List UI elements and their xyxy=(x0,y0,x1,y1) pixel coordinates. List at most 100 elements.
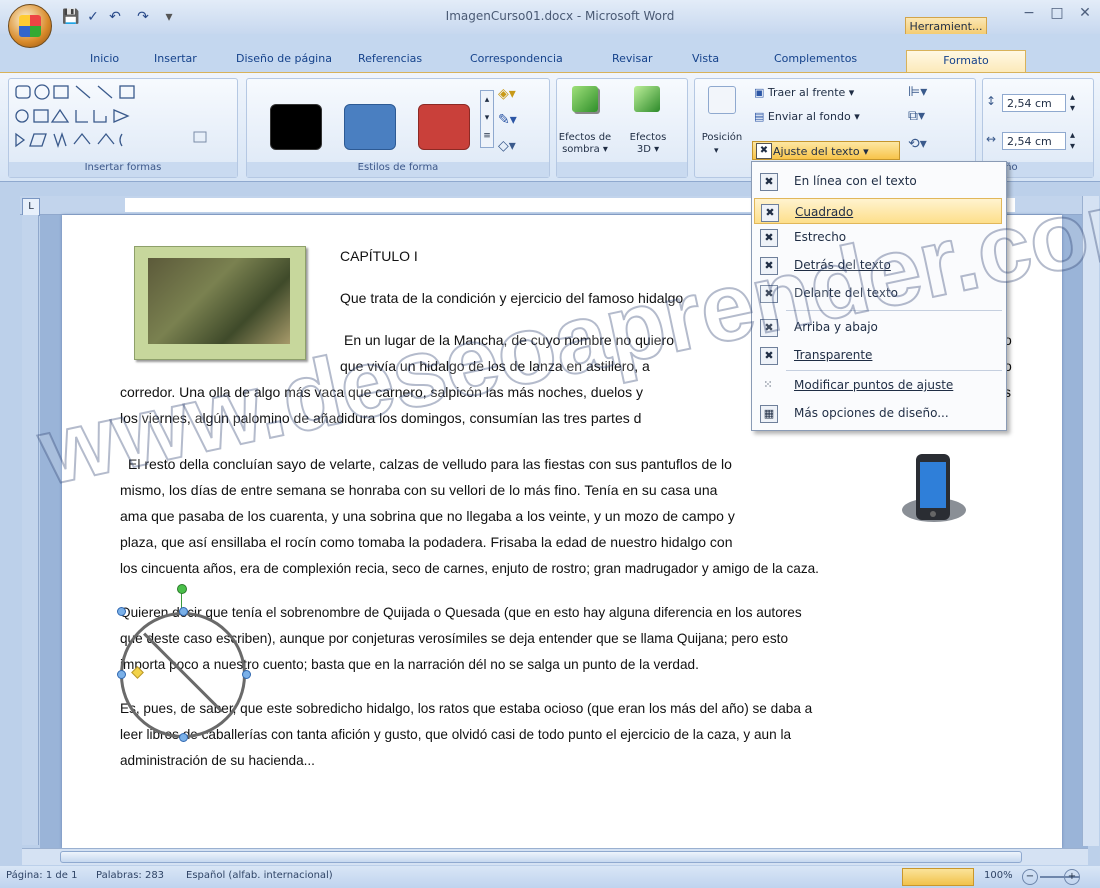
height-icon: ↕ xyxy=(986,94,997,108)
vertical-ruler[interactable] xyxy=(22,215,39,845)
top-bottom-icon: ✖ xyxy=(760,319,778,337)
shadow-effects-button[interactable]: Efectos de sombra ▾ xyxy=(552,132,618,156)
behind-text-icon: ✖ xyxy=(760,257,778,275)
zoom-out-button[interactable]: − xyxy=(1022,869,1038,885)
redo-icon[interactable]: ↷ xyxy=(134,8,152,26)
tab-referencias[interactable]: Referencias xyxy=(358,52,422,70)
tab-revisar[interactable]: Revisar xyxy=(612,52,652,70)
paragraph-2-line: El resto della concluían sayo de velarte… xyxy=(128,456,732,472)
paragraph-1-line: que vivía un hidalgo de los de lanza en … xyxy=(340,358,650,374)
save-icon[interactable]: 💾 xyxy=(62,8,80,26)
edit-wrap-points-icon: ⁙ xyxy=(763,378,773,391)
tab-insertar[interactable]: Insertar xyxy=(154,52,197,70)
rotate-icon[interactable]: ⟲▾ xyxy=(908,136,927,152)
wrap-text-button[interactable]: Ajuste del texto ▾ xyxy=(752,141,900,160)
word-count[interactable]: Palabras: 283 xyxy=(96,870,164,881)
shape-outline-icon[interactable]: ✎▾ xyxy=(498,112,517,128)
resize-handle[interactable] xyxy=(117,670,126,679)
resize-handle[interactable] xyxy=(179,607,188,616)
customize-toolbar-icon[interactable]: ▾ xyxy=(160,8,178,26)
position-dropdown-icon[interactable]: ▾ xyxy=(714,146,719,156)
menu-item-behind-text[interactable]: ✖ Detrás del texto xyxy=(754,252,1002,278)
position-icon xyxy=(708,86,736,114)
bring-front-icon: ▣ xyxy=(754,86,768,99)
zoom-in-button[interactable]: + xyxy=(1064,869,1080,885)
style-swatch-black[interactable] xyxy=(270,104,322,150)
paragraph-2-line: plaza, que así ensillaba el rocín como t… xyxy=(120,534,733,550)
paragraph-3-line: que deste caso escriben), aunque por con… xyxy=(120,631,789,646)
inserted-picture[interactable] xyxy=(148,258,290,344)
menu-item-more-layout-options[interactable]: ▦ Más opciones de diseño... xyxy=(754,400,1002,426)
group-insert-shapes-label: Insertar formas xyxy=(9,162,237,177)
maximize-button[interactable]: □ xyxy=(1046,4,1068,22)
close-button[interactable]: ✕ xyxy=(1074,4,1096,22)
align-icon[interactable]: ⊫▾ xyxy=(908,84,927,100)
view-buttons[interactable] xyxy=(902,868,974,886)
layout-options-icon: ▦ xyxy=(760,405,778,423)
menu-item-square[interactable]: ✖ Cuadrado xyxy=(754,198,1002,224)
paragraph-2-line: los cincuenta años, era de complexión re… xyxy=(120,561,819,576)
group-shape-styles-label: Estilos de forma xyxy=(247,162,549,177)
language-status[interactable]: Español (alfab. internacional) xyxy=(186,870,333,881)
menu-item-edit-wrap-points[interactable]: ⁙ Modificar puntos de ajuste xyxy=(754,372,1002,398)
paragraph-1-line: los viernes, algún palomino de añadidura… xyxy=(120,410,642,426)
zoom-level[interactable]: 100% xyxy=(984,870,1013,881)
horizontal-scroll-thumb[interactable] xyxy=(60,851,1022,863)
shadow-effects-icon xyxy=(572,86,598,112)
tab-inicio[interactable]: Inicio xyxy=(90,52,119,70)
tab-selector[interactable]: L xyxy=(22,198,40,216)
undo-icon[interactable]: ↶ xyxy=(106,8,124,26)
rotate-handle[interactable] xyxy=(177,584,187,594)
send-to-back-button[interactable]: ▤ Enviar al fondo ▾ xyxy=(754,108,860,126)
height-spinner[interactable]: ▴ ▾ xyxy=(1070,92,1075,114)
menu-item-through[interactable]: ✖ Transparente xyxy=(754,342,1002,368)
chapter-heading: CAPÍTULO I xyxy=(340,248,418,264)
paragraph-3-line: importa poco a nuestro cuento; basta que… xyxy=(120,657,699,672)
phone-clipart[interactable] xyxy=(898,452,970,532)
tab-complementos[interactable]: Complementos xyxy=(774,52,857,70)
menu-item-top-bottom[interactable]: ✖ Arriba y abajo xyxy=(754,314,1002,340)
shape-fill-icon[interactable]: ◈▾ xyxy=(498,86,516,102)
resize-handle[interactable] xyxy=(179,733,188,742)
group-objects-icon[interactable]: ⧉▾ xyxy=(908,108,925,124)
paragraph-2-line: ama que pasaba de los cuarenta, y una so… xyxy=(120,508,735,524)
spellcheck-icon[interactable]: ✓ xyxy=(84,8,102,26)
width-spinner[interactable]: ▴ ▾ xyxy=(1070,130,1075,152)
send-back-icon: ▤ xyxy=(754,110,768,123)
width-input[interactable]: 2,54 cm xyxy=(1002,132,1066,150)
chapter-subtitle: Que trata de la condición y ejercicio de… xyxy=(340,290,684,306)
shapes-gallery[interactable] xyxy=(14,82,210,158)
through-wrap-icon: ✖ xyxy=(760,347,778,365)
position-button[interactable]: Posición xyxy=(694,132,750,144)
in-front-text-icon: ✖ xyxy=(760,285,778,303)
tab-diseno-pagina[interactable]: Diseño de página xyxy=(236,52,332,70)
style-swatch-red[interactable] xyxy=(418,104,470,150)
paragraph-4-line: Es, pues, de saber, que este sobredicho … xyxy=(120,701,813,716)
office-button[interactable] xyxy=(8,4,52,48)
office-logo-icon xyxy=(19,15,41,37)
menu-item-inline[interactable]: ✖ En línea con el texto xyxy=(754,168,1002,194)
resize-handle[interactable] xyxy=(242,670,251,679)
3d-effects-icon xyxy=(634,86,660,112)
tab-correspondencia[interactable]: Correspondencia xyxy=(470,52,563,70)
page-count[interactable]: Página: 1 de 1 xyxy=(6,870,77,881)
window-title: ImagenCurso01.docx - Microsoft Word xyxy=(445,9,675,23)
vertical-scrollbar[interactable] xyxy=(1082,196,1099,846)
tab-formato[interactable]: Formato xyxy=(906,50,1026,73)
menu-item-in-front-text[interactable]: ✖ Delante del texto xyxy=(754,280,1002,306)
resize-handle[interactable] xyxy=(117,607,126,616)
square-wrap-icon: ✖ xyxy=(761,204,779,222)
shape-effects-icon[interactable]: ◇▾ xyxy=(498,138,516,154)
paragraph-4-line: leer libros de caballerías con tanta afi… xyxy=(120,727,792,742)
paragraph-4-line: administración de su hacienda... xyxy=(120,753,315,768)
minimize-button[interactable]: − xyxy=(1018,4,1040,22)
menu-item-tight[interactable]: ✖ Estrecho xyxy=(754,224,1002,250)
style-swatch-blue[interactable] xyxy=(344,104,396,150)
height-input[interactable]: 2,54 cm xyxy=(1002,94,1066,112)
bring-to-front-button[interactable]: ▣ Traer al frente ▾ xyxy=(754,84,854,102)
width-icon: ↔ xyxy=(986,132,997,146)
styles-scroll[interactable]: ▴ ▾ ≡ xyxy=(480,90,494,148)
tab-vista[interactable]: Vista xyxy=(692,52,719,70)
paragraph-1-line: En un lugar de la Mancha, de cuyo nombre… xyxy=(344,332,674,348)
3d-effects-button[interactable]: Efectos 3D ▾ xyxy=(620,132,676,156)
